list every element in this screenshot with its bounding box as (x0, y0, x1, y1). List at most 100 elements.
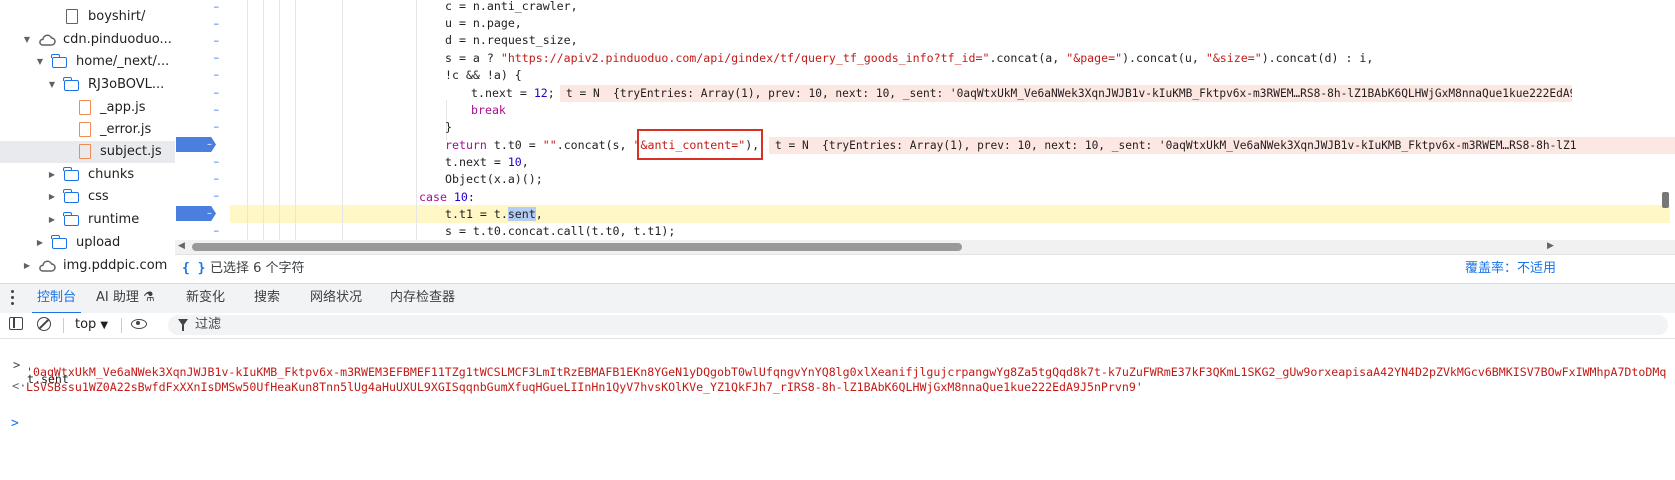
line-marker[interactable]: – (175, 103, 220, 117)
tree-item-label: RJ3oBOVL... (88, 77, 165, 92)
tree-item-runtime[interactable]: ▶ runtime (0, 209, 175, 231)
selection-info: 已选择 6 个字符 (210, 261, 305, 276)
filter-placeholder: 过滤 (195, 317, 222, 332)
console-prompt-line[interactable]: > (0, 402, 1675, 431)
console-output[interactable]: > t.sent <· '0aqWtxUkM_Ve6aNWek3XqnJWJB1… (0, 339, 1675, 480)
toolbar-divider (121, 318, 122, 333)
filter-input[interactable]: 过滤 (168, 315, 1668, 335)
keyword: return (445, 138, 487, 152)
clear-console-icon[interactable] (37, 317, 51, 331)
tree-item-label: boyshirt/ (88, 9, 146, 24)
folder-icon (63, 189, 79, 203)
tree-item-img-pddpic[interactable]: ▶ img.pddpic.com (0, 255, 175, 277)
show-sidebar-icon[interactable] (9, 317, 23, 330)
tree-item-chunks[interactable]: ▶ chunks (0, 164, 175, 186)
horizontal-scrollbar-thumb[interactable] (192, 243, 962, 251)
code-text: : (467, 190, 475, 204)
folder-icon (51, 54, 67, 68)
chevron-down-icon[interactable]: ▼ (22, 29, 32, 51)
tree-item-error-js[interactable]: _error.js (0, 119, 175, 141)
tab-memory-inspector[interactable]: 内存检查器 (390, 284, 455, 313)
context-selector[interactable]: top ▼ (75, 313, 108, 338)
code-line: !c && !a) { (445, 68, 522, 82)
selected-text: sent (507, 207, 536, 221)
code-line: t.next = 10, (445, 154, 529, 171)
code-editor[interactable]: – – – – – – – – – – – – – – c = n.anti_c… (175, 0, 1675, 254)
result-arrow-icon: <· (12, 379, 27, 393)
code-line: s = a ? "https://apiv2.pinduoduo.com/api… (445, 50, 1373, 67)
line-marker[interactable]: – (175, 0, 220, 14)
tree-item-label: subject.js (100, 144, 162, 159)
inline-value-preview[interactable]: t = N {tryEntries: Array(1), prev: 10, n… (769, 137, 1675, 154)
tab-search[interactable]: 搜索 (254, 284, 280, 313)
tab-ai-assistant[interactable]: AI 助理 ⚗ (96, 284, 155, 313)
line-marker[interactable]: – (175, 34, 220, 48)
tree-item-upload[interactable]: ▶ upload (0, 232, 175, 254)
breakpoint-marker[interactable]: – (176, 206, 216, 221)
indent-guide (279, 0, 280, 240)
tree-item-label: _error.js (100, 122, 152, 137)
tree-item-home-next[interactable]: ▼ home/_next/... (0, 51, 175, 73)
string-literal: "&size=" (1205, 51, 1262, 65)
context-label: top (75, 317, 97, 332)
chevron-right-icon[interactable]: ▶ (22, 255, 32, 277)
folder-icon (51, 235, 67, 249)
line-marker[interactable]: – (175, 51, 220, 65)
string-literal: "&page=" (1066, 51, 1123, 65)
line-marker[interactable]: – (175, 120, 220, 134)
breakpoint-marker[interactable]: – (176, 137, 216, 152)
tree-item-label: upload (76, 235, 121, 250)
horizontal-scrollbar[interactable] (175, 240, 1675, 254)
code-text: t.t1 = t. (445, 207, 508, 221)
code-text: concat(s, (563, 138, 634, 152)
code-text: , (521, 155, 529, 169)
console-caret-icon: > (11, 416, 19, 431)
line-gutter[interactable]: – – – – – – – – – – – – – – (175, 0, 230, 240)
dropdown-arrow-icon: ▼ (100, 320, 109, 331)
coverage-link[interactable]: 覆盖率：不适用 (1465, 255, 1556, 282)
line-marker[interactable]: – (175, 68, 220, 82)
chevron-right-icon[interactable]: ▶ (47, 186, 57, 208)
line-marker[interactable]: – (175, 172, 220, 186)
tree-item-label: cdn.pinduoduo... (63, 32, 172, 47)
tree-item-app-js[interactable]: _app.js (0, 97, 175, 119)
indent-guide (342, 0, 343, 240)
tab-whats-new[interactable]: 新变化 (186, 284, 225, 313)
tree-item-boyshirt[interactable]: boyshirt/ (0, 6, 175, 28)
console-result-text[interactable]: LSVSBssu1WZ0A22sBwfdFxXXnIsDMSw50UfHeaKu… (26, 380, 1143, 395)
tab-network-conditions[interactable]: 网络状况 (310, 284, 362, 313)
inline-value-preview[interactable]: t = N {tryEntries: Array(1), prev: 10, n… (560, 85, 1572, 102)
more-options-icon[interactable] (11, 290, 15, 308)
line-marker[interactable]: – (175, 224, 220, 238)
tree-item-rj3obovl[interactable]: ▼ RJ3oBOVL... (0, 74, 175, 96)
pretty-print-icon[interactable]: { } (182, 255, 205, 282)
tree-item-subject-js[interactable]: subject.js (0, 141, 175, 163)
scroll-left-icon[interactable]: ◀ (178, 241, 185, 251)
scroll-right-icon[interactable]: ▶ (1547, 241, 1554, 251)
line-marker[interactable]: – (175, 155, 220, 169)
line-marker[interactable]: – (175, 17, 220, 31)
line-marker[interactable]: – (175, 86, 220, 100)
chevron-down-icon[interactable]: ▼ (47, 74, 57, 96)
line-marker[interactable]: – (175, 189, 220, 203)
tree-item-css[interactable]: ▶ css (0, 186, 175, 208)
console-result-text[interactable]: '0aqWtxUkM_Ve6aNWek3XqnJWJB1v-kIuKMB_Fkt… (26, 365, 1666, 380)
chevron-right-icon[interactable]: ▶ (47, 164, 57, 186)
chevron-right-icon[interactable]: ▶ (35, 232, 45, 254)
code-text: ).concat(d) : i, (1261, 51, 1374, 65)
indent-guide (263, 0, 264, 240)
tab-console[interactable]: 控制台 (31, 284, 82, 314)
string-literal: "" (542, 138, 557, 152)
keyword: case (419, 190, 447, 204)
chevron-down-icon[interactable]: ▼ (35, 51, 45, 73)
tree-item-label: chunks (88, 167, 135, 182)
tree-item-label: home/_next/... (76, 54, 170, 69)
code-text: , (535, 207, 543, 221)
live-expression-eye-icon[interactable] (131, 319, 147, 329)
vertical-scrollbar-thumb[interactable] (1662, 192, 1669, 208)
indent-guide (295, 0, 296, 240)
tree-item-cdn-pinduoduo[interactable]: ▼ cdn.pinduoduo... (0, 29, 175, 51)
chevron-right-icon[interactable]: ▶ (47, 209, 57, 231)
tree-item-label: _app.js (100, 100, 146, 115)
code-line: break (471, 103, 506, 117)
